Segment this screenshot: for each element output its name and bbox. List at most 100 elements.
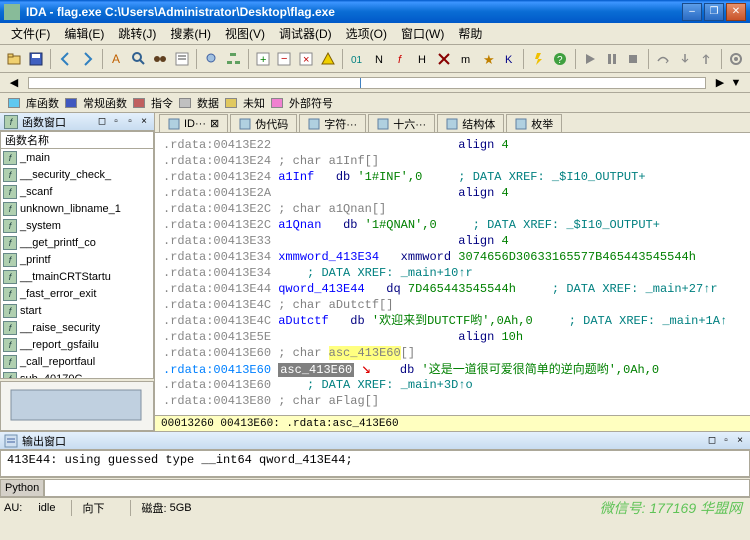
save-button[interactable] [26, 48, 47, 70]
view-tab[interactable]: 结构体 [437, 114, 504, 132]
menu-options[interactable]: 选项(O) [339, 23, 394, 44]
view-tab[interactable]: 十六··· [368, 114, 435, 132]
tool-warn[interactable] [317, 48, 338, 70]
disassembly-view[interactable]: .rdata:00413E22 align 4.rdata:00413E24 ;… [155, 133, 750, 415]
disasm-line[interactable]: .rdata:00413E60 asc_413E60 ↘ db '这是一道很可爱… [163, 361, 742, 377]
disasm-line[interactable]: .rdata:00413E34 xmmword_413E34 xmmword 3… [163, 249, 742, 265]
minimize-button[interactable]: – [682, 3, 702, 21]
tool-star[interactable]: ★ [477, 48, 498, 70]
menu-debugger[interactable]: 调试器(D) [272, 23, 339, 44]
tool-q[interactable]: ? [550, 48, 571, 70]
tool-search[interactable] [128, 48, 149, 70]
forward-button[interactable] [77, 48, 98, 70]
tool-f[interactable]: f [390, 48, 411, 70]
function-row[interactable]: f_printf [1, 251, 153, 268]
menu-file[interactable]: 文件(F) [4, 23, 57, 44]
function-row[interactable]: f_fast_error_exit [1, 285, 153, 302]
disasm-line[interactable]: .rdata:00413E2A align 4 [163, 185, 742, 201]
function-row[interactable]: f_scanf [1, 183, 153, 200]
view-tab[interactable]: 字符··· [299, 114, 366, 132]
graph-overview[interactable] [0, 381, 154, 431]
menu-view[interactable]: 视图(V) [218, 23, 272, 44]
tool-text[interactable] [172, 48, 193, 70]
disasm-line[interactable]: .rdata:00413E5E align 10h [163, 329, 742, 345]
command-input[interactable] [44, 479, 750, 497]
tab-close-icon[interactable]: ⊠ [210, 117, 219, 130]
address: .rdata:00413E34 [163, 266, 271, 280]
menu-edit[interactable]: 编辑(E) [57, 23, 111, 44]
disasm-line[interactable]: .rdata:00413E44 qword_413E44 dq 7D465443… [163, 281, 742, 297]
output-text[interactable]: 413E44: using guessed type __int64 qword… [0, 450, 750, 477]
f-icon: f [3, 253, 17, 267]
function-row[interactable]: f_system [1, 217, 153, 234]
maximize-button[interactable]: ❐ [704, 3, 724, 21]
view-tab[interactable]: 伪代码 [230, 114, 297, 132]
open-button[interactable] [4, 48, 25, 70]
disasm-line[interactable]: .rdata:00413E24 a1Inf db '1#INF',0 ; DAT… [163, 169, 742, 185]
cfg-button[interactable] [726, 48, 747, 70]
output-pin-button[interactable]: ◻ [706, 435, 718, 447]
function-row[interactable]: fstart [1, 302, 153, 319]
step-out[interactable] [696, 48, 717, 70]
output-float-button[interactable]: ▫ [720, 435, 732, 447]
step-over[interactable] [653, 48, 674, 70]
disasm-line[interactable]: .rdata:00413E60 ; DATA XREF: _main+3D↑o [163, 377, 742, 393]
debug-pause[interactable] [601, 48, 622, 70]
tool-m[interactable]: m [455, 48, 476, 70]
step-into[interactable] [674, 48, 695, 70]
tool-flash[interactable] [528, 48, 549, 70]
function-row[interactable]: f_call_reportfaul [1, 353, 153, 370]
tool-a[interactable]: A [107, 48, 128, 70]
disasm-line[interactable]: .rdata:00413E80 ; char aFlag[] [163, 393, 742, 409]
navband-left-button[interactable]: ◀ [6, 75, 22, 91]
navband-right-button[interactable]: ▶ [712, 75, 728, 91]
menu-help[interactable]: 帮助 [451, 23, 489, 44]
tool-graph[interactable] [223, 48, 244, 70]
tool-code[interactable]: 01 [347, 48, 368, 70]
debug-run[interactable] [580, 48, 601, 70]
function-row[interactable]: f__tmainCRTStartu [1, 268, 153, 285]
disasm-line[interactable]: .rdata:00413E34 ; DATA XREF: _main+10↑r [163, 265, 742, 281]
function-row[interactable]: f__get_printf_co [1, 234, 153, 251]
tool-cross[interactable] [434, 48, 455, 70]
disasm-line[interactable]: .rdata:00413E22 align 4 [163, 137, 742, 153]
tool-zoom[interactable] [201, 48, 222, 70]
disasm-line[interactable]: .rdata:00413E33 align 4 [163, 233, 742, 249]
view-tab[interactable]: 枚举 [506, 114, 562, 132]
menu-search[interactable]: 搜素(H) [163, 23, 218, 44]
close-button[interactable]: ✕ [726, 3, 746, 21]
disasm-line[interactable]: .rdata:00413E4C ; char aDutctf[] [163, 297, 742, 313]
disasm-line[interactable]: .rdata:00413E2C a1Qnan db '1#QNAN',0 ; D… [163, 217, 742, 233]
disasm-line[interactable]: .rdata:00413E60 ; char asc_413E60[] [163, 345, 742, 361]
function-row[interactable]: f__raise_security [1, 319, 153, 336]
view-tab[interactable]: ID···⊠ [159, 114, 228, 132]
tool-n[interactable]: N [369, 48, 390, 70]
function-row[interactable]: f__report_gsfailu [1, 336, 153, 353]
panel-float-button[interactable]: ▫ [124, 116, 136, 128]
function-row[interactable]: f_main [1, 149, 153, 166]
panel-pin-button[interactable]: ◻ [96, 116, 108, 128]
tool-k[interactable]: K [499, 48, 520, 70]
disasm-line[interactable]: .rdata:00413E4C aDutctf db '欢迎来到DUTCTF哟'… [163, 313, 742, 329]
debug-stop[interactable] [623, 48, 644, 70]
tool-add[interactable]: + [252, 48, 273, 70]
navband-track[interactable] [28, 77, 706, 89]
navband-menu-button[interactable]: ▼ [728, 75, 744, 91]
panel-opts-button[interactable]: ▫ [110, 116, 122, 128]
functions-column-header[interactable]: 函数名称 [0, 131, 154, 149]
function-row[interactable]: f__security_check_ [1, 166, 153, 183]
tool-binoc[interactable] [150, 48, 171, 70]
tool-x[interactable]: × [296, 48, 317, 70]
menu-window[interactable]: 窗口(W) [394, 23, 451, 44]
back-button[interactable] [55, 48, 76, 70]
tool-sub[interactable]: − [274, 48, 295, 70]
tool-h[interactable]: H [412, 48, 433, 70]
disasm-line[interactable]: .rdata:00413E2C ; char a1Qnan[] [163, 201, 742, 217]
function-row[interactable]: funknown_libname_1 [1, 200, 153, 217]
menu-jump[interactable]: 跳转(J) [111, 23, 163, 44]
panel-close-button[interactable]: × [138, 116, 150, 128]
function-row[interactable]: fsub_40170C [1, 370, 153, 379]
disasm-line[interactable]: .rdata:00413E24 ; char a1Inf[] [163, 153, 742, 169]
output-close-button[interactable]: × [734, 435, 746, 447]
command-lang-button[interactable]: Python [0, 479, 44, 497]
